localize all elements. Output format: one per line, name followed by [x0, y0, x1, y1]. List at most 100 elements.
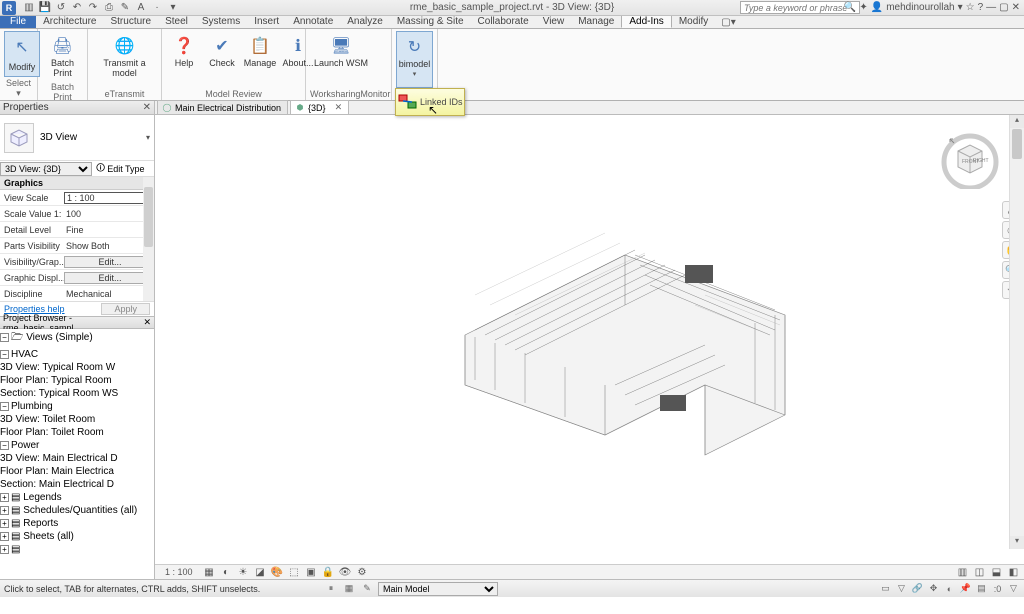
vc-render-icon[interactable]: 🎨 [271, 566, 284, 579]
project-browser-tree[interactable]: −🗁 Views (Simple) −HVAC 3D View: Typical… [0, 329, 154, 579]
help-icon[interactable]: ? [978, 2, 984, 13]
instance-select[interactable]: 3D View: {3D} [0, 162, 92, 176]
status-drag-icon[interactable]: ✥ [927, 582, 940, 595]
qat-open-icon[interactable]: ▥ [22, 1, 36, 15]
tree-more[interactable]: +▤ [0, 543, 154, 556]
tree-reports[interactable]: +▤ Reports [0, 517, 154, 530]
scroll-down-icon[interactable]: ▾ [1010, 536, 1024, 549]
tree-sheets[interactable]: +▤ Sheets (all) [0, 530, 154, 543]
group-select-label[interactable]: Select ▾ [4, 77, 33, 100]
tree-item[interactable]: Floor Plan: Toilet Room [0, 426, 154, 439]
tree-views[interactable]: −🗁 Views (Simple) [0, 329, 154, 348]
minimize-icon[interactable]: — [986, 2, 996, 13]
type-dropdown-icon[interactable]: ▾ [146, 133, 150, 142]
qat-undo-icon[interactable]: ↶ [70, 1, 84, 15]
restore-icon[interactable]: ▢ [999, 2, 1008, 13]
tab-collaborate[interactable]: Collaborate [471, 15, 536, 28]
favorites-icon[interactable]: ☆ [966, 2, 975, 13]
tab-analyze[interactable]: Analyze [340, 15, 390, 28]
user-dropdown-icon[interactable]: ▾ [958, 2, 963, 13]
vc-opt2-icon[interactable]: ◫ [973, 566, 986, 579]
project-browser-close-icon[interactable]: ✕ [143, 317, 151, 328]
model-select[interactable]: Main Model [378, 582, 498, 596]
tab-massing[interactable]: Massing & Site [390, 15, 471, 28]
tab-insert[interactable]: Insert [247, 15, 286, 28]
view-cube[interactable]: FRONT RIGHT [940, 129, 1000, 189]
expand-icon[interactable]: + [0, 532, 9, 541]
bimodel-dropdown-item[interactable]: Linked IDs [395, 88, 465, 116]
tree-item[interactable]: Floor Plan: Main Electrica [0, 465, 154, 478]
vc-reveal-icon[interactable]: ⚙ [356, 566, 369, 579]
view-tab-3d[interactable]: ⬢ {3D} ✕ [290, 100, 349, 114]
status-progress-icon[interactable]: ⏸ [324, 582, 338, 596]
tab-manage[interactable]: Manage [571, 15, 621, 28]
tab-view[interactable]: View [536, 15, 572, 28]
collapse-icon[interactable]: − [0, 402, 9, 411]
qat-more-icon[interactable]: ▾ [166, 1, 180, 15]
comm-icon[interactable]: ✦ [859, 2, 867, 13]
view-tab-main-electrical[interactable]: ◯ Main Electrical Distribution [157, 100, 288, 114]
row-view-scale[interactable]: View Scale1 : 100 [0, 190, 154, 206]
row-scale-value[interactable]: Scale Value 1:100 [0, 206, 154, 222]
vc-detail-icon[interactable]: ▦ [203, 566, 216, 579]
batch-print-button[interactable]: 🖨 Batch Print [42, 31, 83, 81]
view-tab-close-icon[interactable]: ✕ [335, 102, 343, 113]
view-scale[interactable]: 1 : 100 [165, 567, 193, 577]
info-icon[interactable]: 🔍 [844, 2, 856, 13]
tab-addins[interactable]: Add-Ins [621, 15, 671, 28]
scroll-thumb[interactable] [1012, 129, 1022, 159]
qat-sync-icon[interactable]: ↺ [54, 1, 68, 15]
tree-item[interactable]: 3D View: Toilet Room [0, 413, 154, 426]
qat-save-icon[interactable]: 💾 [38, 1, 52, 15]
vc-shadow-icon[interactable]: ◪ [254, 566, 267, 579]
qat-redo-icon[interactable]: ↷ [86, 1, 100, 15]
signin-icon[interactable]: 👤 [871, 2, 883, 13]
row-visibility-graphics[interactable]: Visibility/Grap...Edit... [0, 254, 154, 270]
row-detail-level[interactable]: Detail LevelFine [0, 222, 154, 238]
tab-steel[interactable]: Steel [158, 15, 195, 28]
close-icon[interactable]: ✕ [1012, 2, 1020, 13]
row-discipline[interactable]: DisciplineMechanical [0, 286, 154, 301]
edit-type-button[interactable]: 🛈Edit Type [96, 161, 145, 177]
project-browser-header[interactable]: Project Browser - rme_basic_sampl... ✕ [0, 316, 154, 329]
vc-crop-show-icon[interactable]: ▣ [305, 566, 318, 579]
expand-icon[interactable]: + [0, 545, 9, 554]
vc-opt3-icon[interactable]: ⬓ [990, 566, 1003, 579]
tree-item[interactable]: 3D View: Main Electrical D [0, 452, 154, 465]
status-select-icon[interactable]: ▭ [879, 582, 892, 595]
view-scrollbar-vertical[interactable]: ▴ ▾ [1009, 115, 1024, 549]
expand-icon[interactable]: + [0, 506, 9, 515]
tree-schedules[interactable]: +▤ Schedules/Quantities (all) [0, 504, 154, 517]
file-tab[interactable]: File [0, 15, 36, 28]
tree-legends[interactable]: +▤ Legends [0, 491, 154, 504]
tree-plumbing[interactable]: −Plumbing [0, 400, 154, 413]
status-temp-icon[interactable]: ▤ [975, 582, 988, 595]
vc-sun-icon[interactable]: ☀ [237, 566, 250, 579]
vc-lock-icon[interactable]: 🔒 [322, 566, 335, 579]
status-filter2-icon[interactable]: ▽ [1007, 582, 1020, 595]
tree-item[interactable]: Section: Typical Room WS [0, 387, 154, 400]
vc-temp-icon[interactable]: 👁 [339, 566, 352, 579]
status-link-icon[interactable]: 🔗 [911, 582, 924, 595]
graphics-section[interactable]: Graphics [0, 177, 154, 190]
properties-scroll-thumb[interactable] [144, 187, 153, 247]
tree-item[interactable]: Floor Plan: Typical Room [0, 374, 154, 387]
expand-icon[interactable]: + [0, 519, 9, 528]
help-button[interactable]: ❓Help [166, 31, 202, 88]
status-filter-icon[interactable]: ▽ [895, 582, 908, 595]
qat-measure-icon[interactable]: ✎ [118, 1, 132, 15]
tree-item[interactable]: 3D View: Typical Room W [0, 361, 154, 374]
tab-annotate[interactable]: Annotate [286, 15, 340, 28]
launch-wsm-button[interactable]: 🖥Launch WSM [310, 31, 372, 88]
search-box[interactable] [740, 1, 860, 14]
tree-power[interactable]: −Power [0, 439, 154, 452]
status-pin-icon[interactable]: 📌 [959, 582, 972, 595]
status-editable-icon[interactable]: ✎ [360, 582, 374, 596]
qat-dim-icon[interactable]: A [134, 1, 148, 15]
collapse-icon[interactable]: − [0, 350, 9, 359]
vc-crop-icon[interactable]: ⬚ [288, 566, 301, 579]
tab-options-icon[interactable]: ▢▾ [715, 17, 741, 28]
tab-systems[interactable]: Systems [195, 15, 247, 28]
modify-button[interactable]: ↖ Modify [4, 31, 40, 77]
transmit-button[interactable]: 🌐 Transmit a model [92, 31, 157, 88]
